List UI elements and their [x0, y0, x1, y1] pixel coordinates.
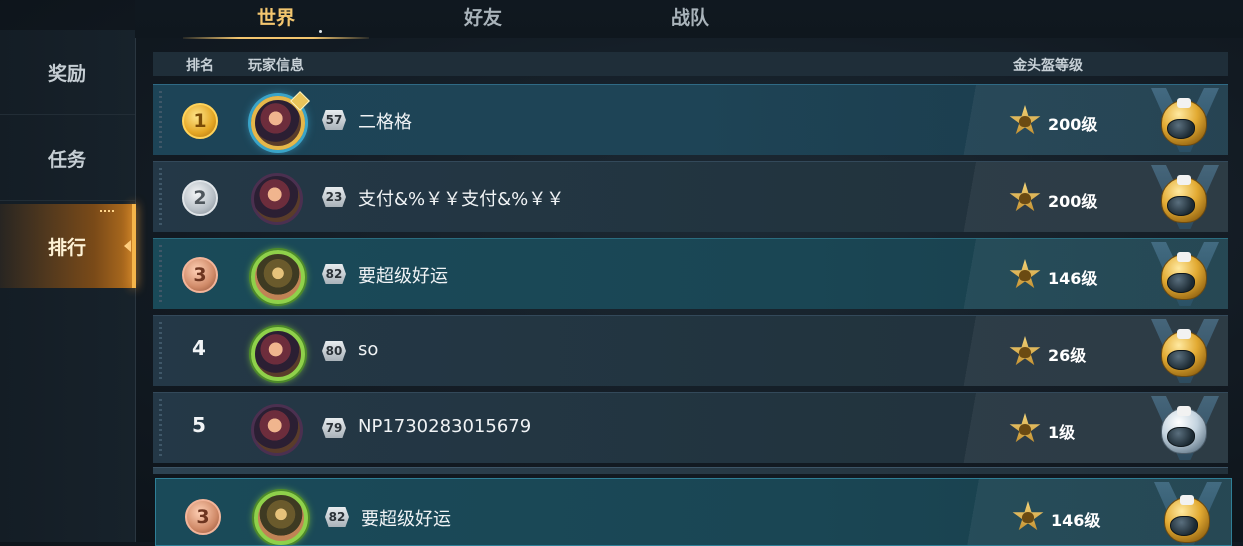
table-row[interactable]: 5 79 NP1730283015679 1级 [153, 392, 1228, 463]
avatar[interactable] [251, 250, 305, 304]
ranking-table-header: 排名 玩家信息 金头盔等级 [153, 52, 1228, 76]
helmet-badge [1143, 393, 1223, 463]
helmet-badge [1143, 239, 1223, 309]
player-level-badge: 80 [322, 341, 346, 361]
player-name: 支付&%￥￥支付&%￥￥ [358, 189, 565, 210]
sidebar-item-label: 任务 [48, 149, 87, 171]
avatar[interactable] [251, 173, 303, 225]
player-level-badge: 82 [322, 264, 346, 284]
player-name: 二格格 [358, 112, 412, 133]
sidebar-item-ranking[interactable]: 排行 [0, 204, 136, 288]
header-helmet-level: 金头盔等级 [1013, 58, 1083, 74]
helmet-level: 200级 [1048, 192, 1098, 211]
helmet-badge [1143, 316, 1223, 386]
tab-world[interactable]: 世界 [183, 4, 369, 39]
helmet-level: 146级 [1051, 511, 1101, 530]
sidebar-item-label: 排行 [48, 237, 87, 259]
table-row[interactable]: 1 57 二格格 200级 [153, 84, 1228, 155]
helmet-badge [1143, 85, 1223, 155]
tab-team[interactable]: 战队 [597, 4, 783, 38]
active-indicator-arrow-icon [124, 240, 131, 252]
helmet-level: 1级 [1048, 423, 1076, 442]
player-name: 要超级好运 [361, 509, 451, 530]
my-rank-row[interactable]: 3 82 要超级好运 146级 [155, 478, 1232, 546]
helmet-level: 200级 [1048, 115, 1098, 134]
tab-friends[interactable]: 好友 [390, 4, 576, 38]
player-name: 要超级好运 [358, 266, 448, 287]
gold-helmet-icon [1161, 175, 1207, 223]
rank-number: 5 [192, 413, 206, 437]
table-row[interactable]: 3 82 要超级好运 146级 [153, 238, 1228, 309]
avatar[interactable] [254, 491, 308, 545]
header-player-info: 玩家信息 [248, 58, 304, 74]
gold-helmet-icon [1164, 495, 1210, 543]
bronze-medal-icon: 3 [182, 257, 218, 293]
table-row[interactable]: 2 23 支付&%￥￥支付&%￥￥ 200级 [153, 161, 1228, 232]
player-level-badge: 79 [322, 418, 346, 438]
sidebar-item-rewards[interactable]: 奖励 [0, 30, 135, 115]
player-level-badge: 23 [322, 187, 346, 207]
tab-indicator-dot [319, 30, 322, 33]
sidebar-item-label: 奖励 [48, 63, 87, 85]
row-divider [153, 467, 1228, 474]
rank-number: 4 [192, 336, 206, 360]
helmet-badge [1146, 479, 1226, 545]
avatar[interactable] [251, 91, 310, 150]
sidebar-item-tasks[interactable]: 任务 [0, 116, 135, 201]
helmet-level: 146级 [1048, 269, 1098, 288]
player-level-badge: 82 [325, 507, 349, 527]
gold-helmet-icon [1161, 329, 1207, 377]
table-row[interactable]: 4 80 so 26级 [153, 315, 1228, 386]
gold-helmet-icon [1161, 98, 1207, 146]
gem-icon [290, 91, 310, 111]
gold-medal-icon: 1 [182, 103, 218, 139]
helmet-badge [1143, 162, 1223, 232]
player-name: so [358, 339, 379, 360]
header-rank: 排名 [186, 58, 214, 74]
silver-helmet-icon [1161, 406, 1207, 454]
sidebar: 奖励 任务 排行 [0, 30, 136, 542]
decor-dots [100, 210, 114, 212]
helmet-level: 26级 [1048, 346, 1087, 365]
player-name: NP1730283015679 [358, 416, 532, 437]
avatar[interactable] [251, 327, 305, 381]
player-level-badge: 57 [322, 110, 346, 130]
silver-medal-icon: 2 [182, 180, 218, 216]
gold-helmet-icon [1161, 252, 1207, 300]
tab-bar: 世界 好友 战队 [135, 0, 1243, 39]
avatar[interactable] [251, 404, 303, 456]
bronze-medal-icon: 3 [185, 499, 221, 535]
